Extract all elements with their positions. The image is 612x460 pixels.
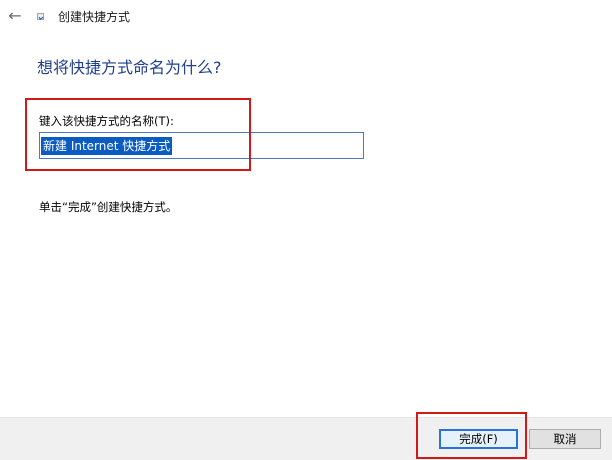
shortcut-name-label: 键入该快捷方式的名称(T): — [39, 114, 174, 128]
shortcut-name-input[interactable]: 新建 Internet 快捷方式 — [39, 132, 364, 159]
page-heading: 想将快捷方式命名为什么? — [37, 58, 222, 77]
window-title: 创建快捷方式 — [58, 10, 131, 24]
shortcut-icon — [37, 13, 44, 20]
arrow-left-icon: ← — [8, 6, 22, 25]
button-bar: 完成(F) 取消 — [0, 417, 612, 460]
cancel-button[interactable]: 取消 — [529, 429, 601, 449]
shortcut-name-value: 新建 Internet 快捷方式 — [41, 137, 173, 155]
finish-button[interactable]: 完成(F) — [439, 429, 518, 449]
title-bar: ← 创建快捷方式 — [0, 0, 612, 34]
back-button[interactable]: ← — [6, 7, 24, 25]
finish-instruction: 单击“完成”创建快捷方式。 — [39, 200, 178, 214]
